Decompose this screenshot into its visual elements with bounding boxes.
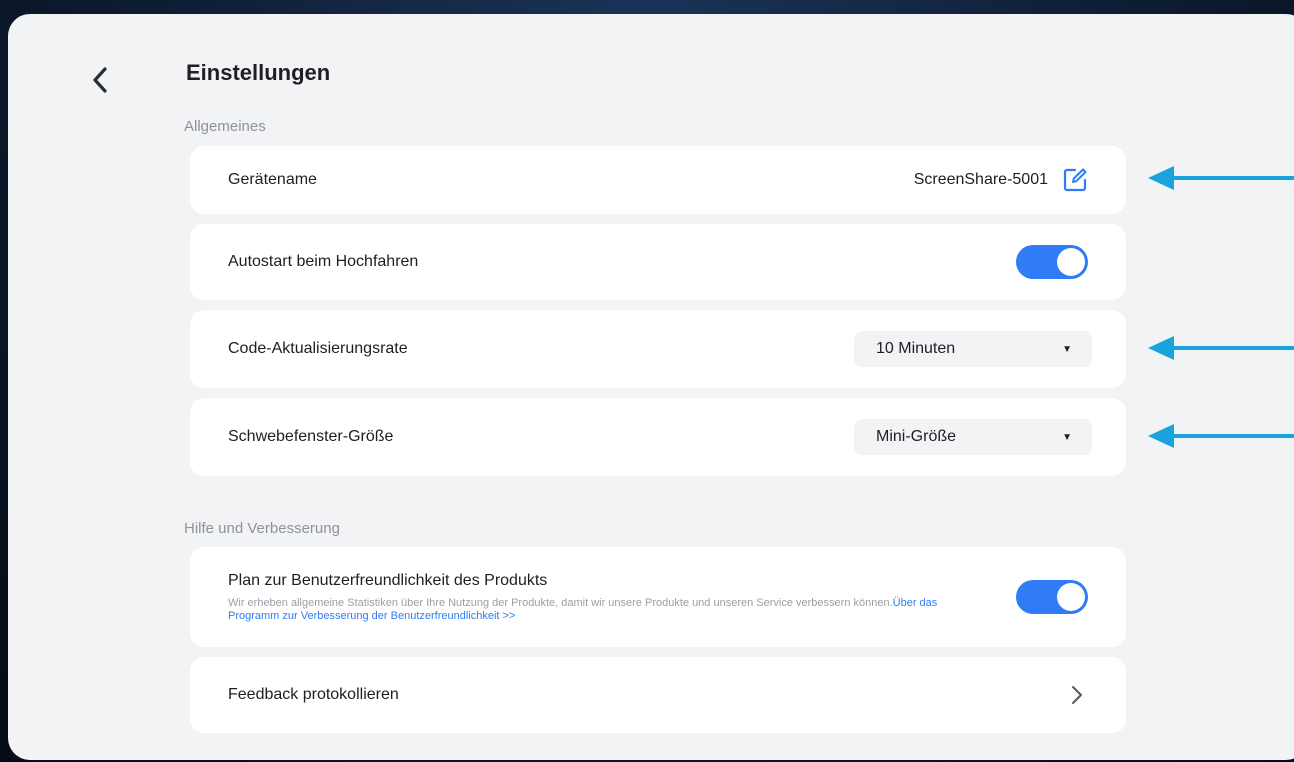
float-window-select[interactable]: Mini-Größe ▼ [854, 419, 1092, 455]
float-window-label: Schwebefenster-Größe [228, 428, 394, 445]
annotation-arrow-icon [1148, 424, 1294, 448]
usability-plan-text: Plan zur Benutzerfreundlichkeit des Prod… [228, 572, 1016, 623]
edit-device-name-button[interactable] [1062, 167, 1088, 193]
code-refresh-value: 10 Minuten [876, 340, 956, 357]
autostart-toggle[interactable] [1016, 245, 1088, 279]
usability-plan-toggle[interactable] [1016, 580, 1088, 614]
code-refresh-label: Code-Aktualisierungsrate [228, 340, 408, 357]
feedback-row[interactable]: Feedback protokollieren [190, 657, 1126, 733]
annotation-arrow-icon [1148, 336, 1294, 360]
code-refresh-row: Code-Aktualisierungsrate 10 Minuten ▼ [190, 310, 1126, 388]
feedback-label: Feedback protokollieren [228, 686, 399, 703]
usability-plan-title: Plan zur Benutzerfreundlichkeit des Prod… [228, 571, 548, 589]
caret-down-icon: ▼ [1062, 343, 1072, 355]
chevron-left-icon [93, 67, 107, 93]
chevron-right-icon [1066, 684, 1088, 706]
toggle-knob [1057, 248, 1085, 276]
edit-icon [1063, 168, 1087, 192]
device-name-row: Gerätename ScreenShare-5001 [190, 146, 1126, 214]
caret-down-icon: ▼ [1062, 431, 1072, 443]
autostart-row: Autostart beim Hochfahren [190, 224, 1126, 300]
autostart-label: Autostart beim Hochfahren [228, 253, 419, 270]
usability-plan-description-text: Wir erheben allgemeine Statistiken über … [228, 596, 893, 609]
device-name-value: ScreenShare-5001 [913, 171, 1048, 188]
section-label-help: Hilfe und Verbesserung [184, 520, 340, 537]
toggle-knob [1057, 583, 1085, 611]
page-title: Einstellungen [186, 60, 331, 85]
back-button[interactable] [78, 58, 122, 102]
section-label-general: Allgemeines [184, 118, 266, 135]
float-window-value: Mini-Größe [876, 428, 957, 445]
usability-plan-description: Wir erheben allgemeine Statistiken über … [228, 597, 968, 623]
code-refresh-select[interactable]: 10 Minuten ▼ [854, 331, 1092, 367]
usability-plan-row: Plan zur Benutzerfreundlichkeit des Prod… [190, 547, 1126, 647]
float-window-row: Schwebefenster-Größe Mini-Größe ▼ [190, 398, 1126, 476]
settings-panel: Einstellungen Allgemeines Gerätename Scr… [8, 14, 1294, 760]
device-name-label: Gerätename [228, 171, 317, 188]
annotation-arrow-icon [1148, 166, 1294, 190]
